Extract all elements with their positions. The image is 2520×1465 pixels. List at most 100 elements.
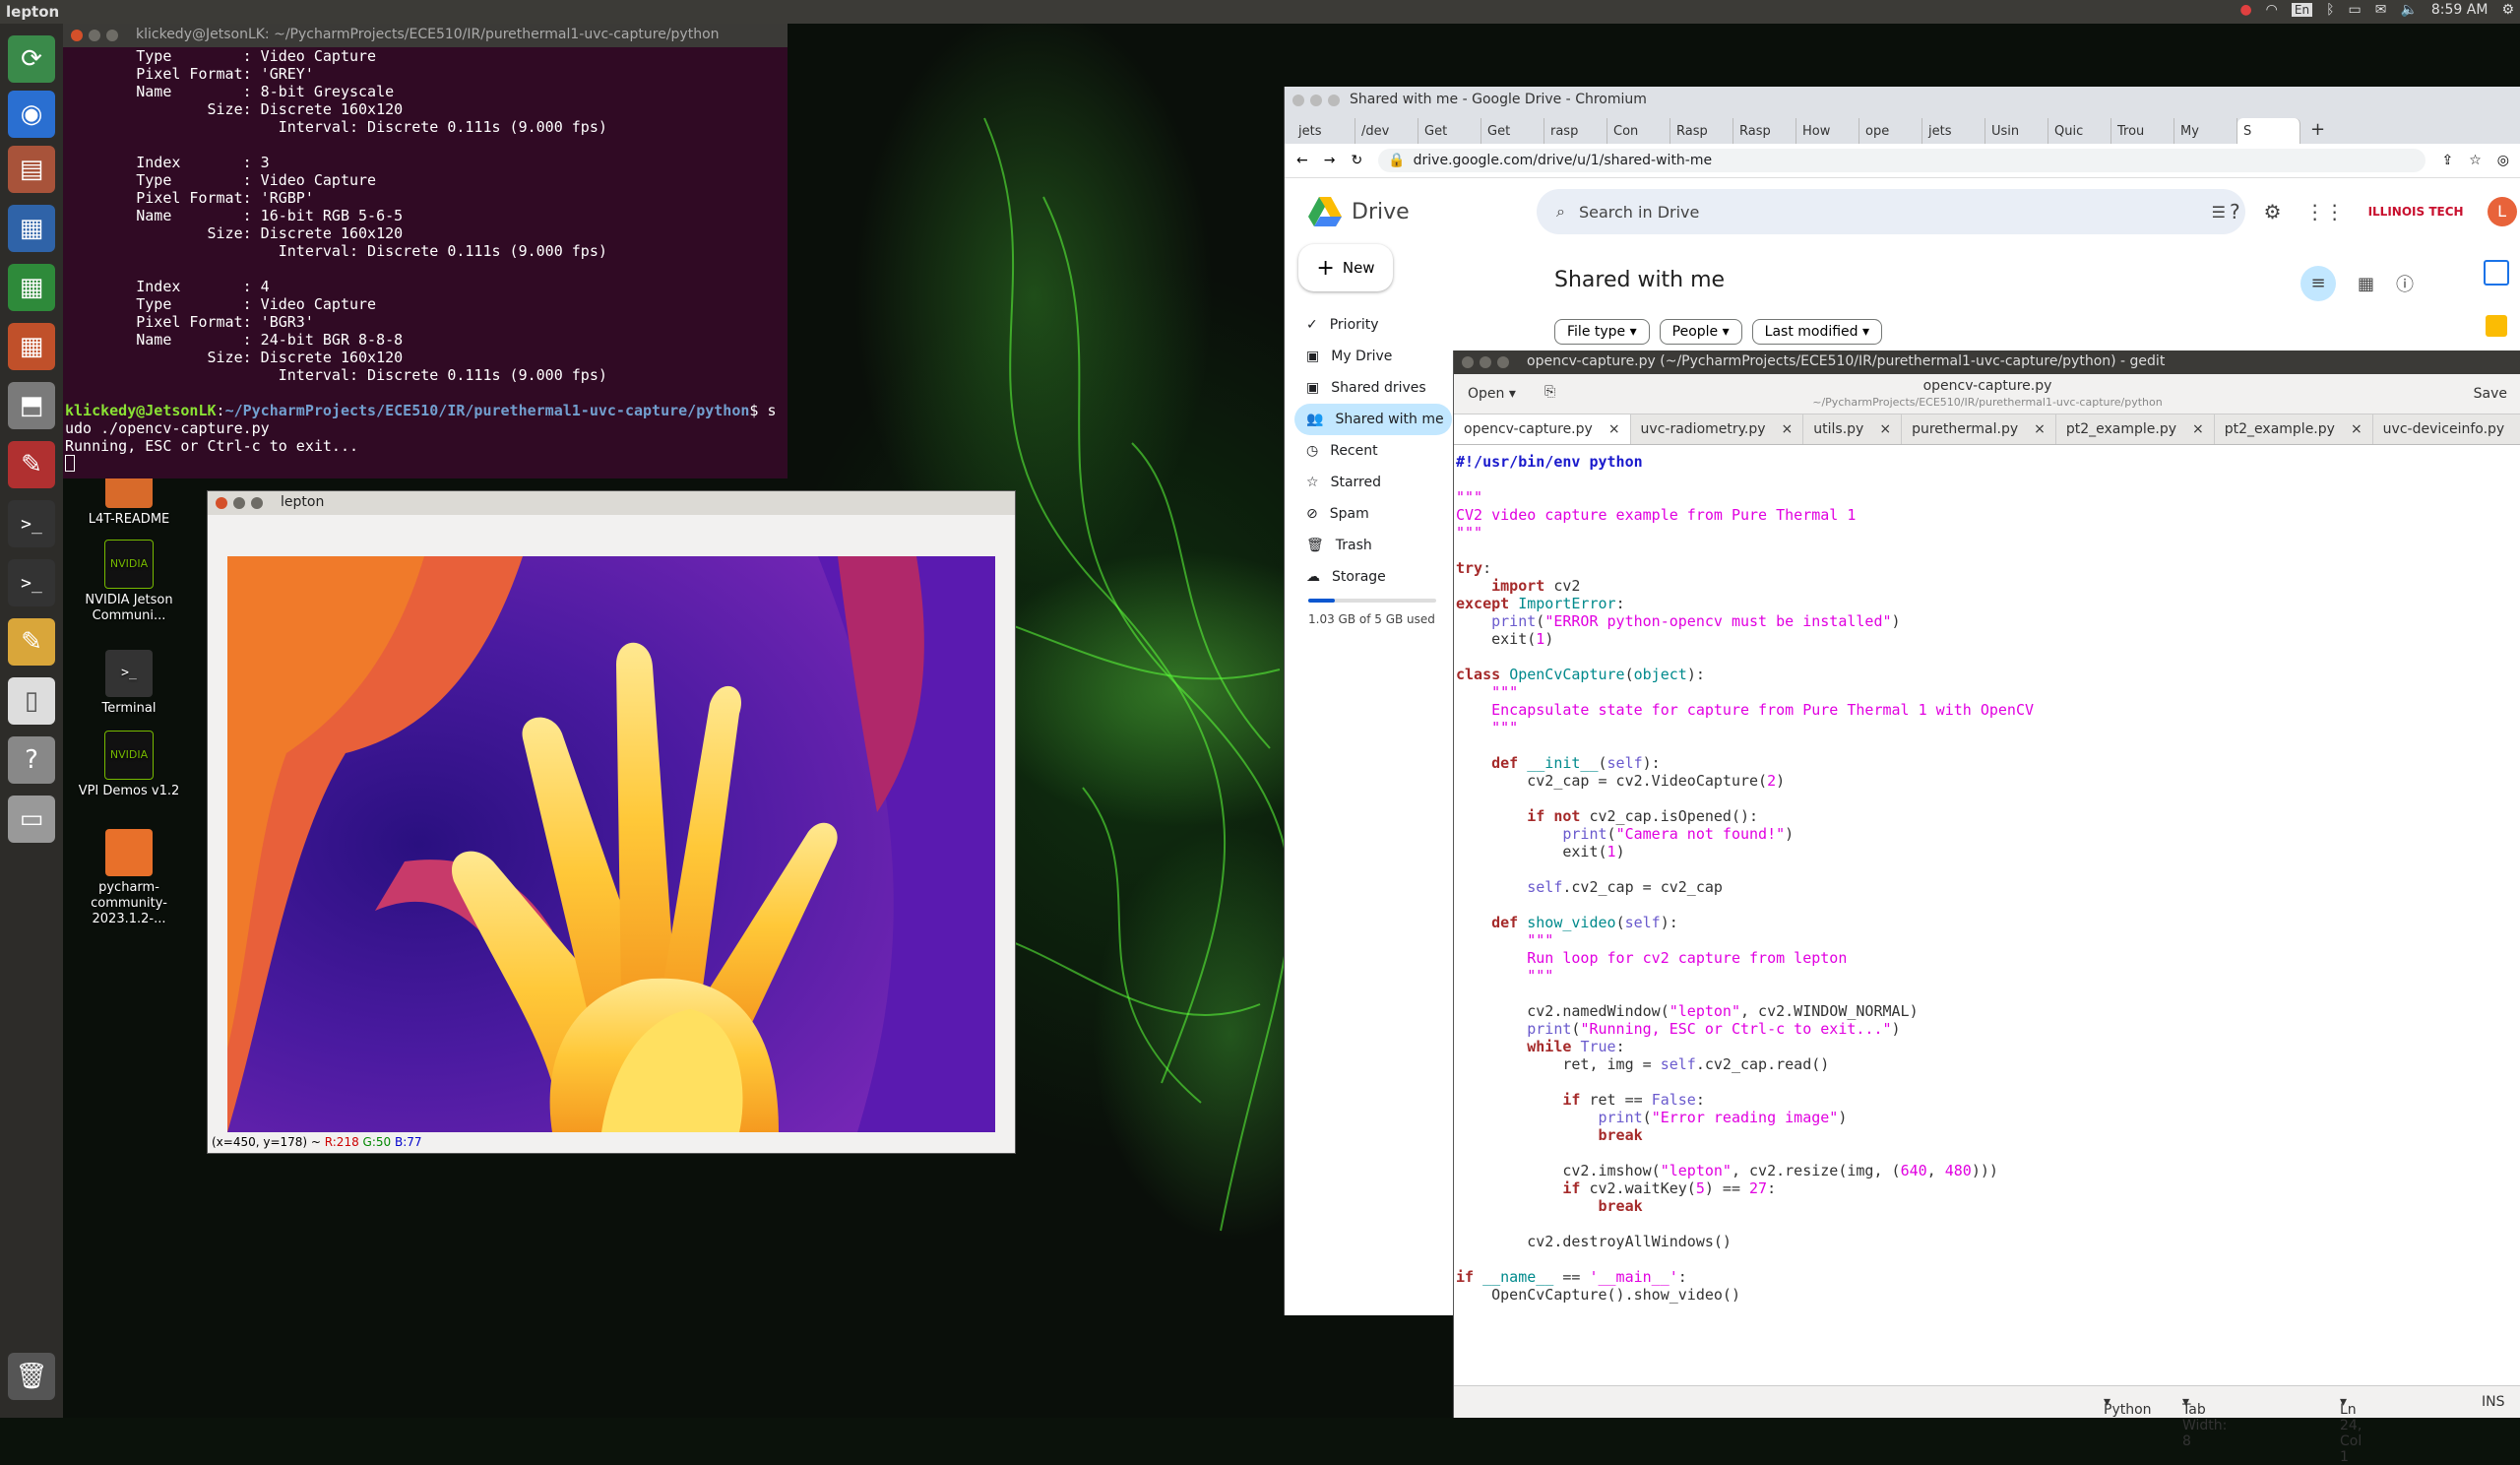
- close-tab-icon[interactable]: ×: [1608, 421, 1620, 437]
- chromium-titlebar[interactable]: Shared with me - Google Drive - Chromium: [1285, 87, 2520, 114]
- desktop-icon-vpi-demos[interactable]: NVIDIA VPI Demos v1.2: [75, 731, 183, 799]
- browser-tab[interactable]: Usin: [1985, 118, 2048, 144]
- grid-view-icon[interactable]: ▦: [2358, 274, 2374, 294]
- terminal-output[interactable]: Type : Video Capture Pixel Format: 'GREY…: [63, 47, 788, 402]
- desktop-icon-terminal[interactable]: >_ Terminal: [75, 650, 183, 717]
- editor-tab[interactable]: pt2_example.py ×: [2056, 414, 2215, 444]
- keyboard-layout[interactable]: En: [2291, 3, 2313, 17]
- code-editor[interactable]: #!/usr/bin/env python """ CV2 video capt…: [1456, 453, 2034, 1304]
- lepton-titlebar[interactable]: lepton: [208, 491, 1015, 515]
- filter-icon[interactable]: ≡: [2300, 266, 2336, 301]
- account-avatar[interactable]: L: [2487, 197, 2517, 226]
- nav-recent[interactable]: ◷ Recent: [1294, 435, 1452, 467]
- close-tab-icon[interactable]: ×: [2034, 421, 2046, 437]
- battery-icon[interactable]: ▭: [2348, 2, 2361, 18]
- writer-icon[interactable]: ▦: [8, 205, 55, 252]
- browser-tab[interactable]: jets: [1292, 118, 1355, 144]
- minimize-button[interactable]: [89, 30, 100, 41]
- tab-width-selector[interactable]: Tab Width: 8 ▾: [2182, 1394, 2227, 1449]
- software-icon[interactable]: ⬒: [8, 382, 55, 429]
- terminal-window[interactable]: klickedy@JetsonLK: ~/PycharmProjects/ECE…: [63, 24, 788, 478]
- close-tab-icon[interactable]: ×: [1782, 421, 1794, 437]
- nav-starred[interactable]: ☆ Starred: [1294, 467, 1452, 498]
- nav-priority[interactable]: ✓ Priority: [1294, 309, 1452, 341]
- minimize-button[interactable]: [233, 497, 245, 509]
- share-icon[interactable]: ⇪: [2441, 153, 2453, 168]
- terminal-titlebar[interactable]: klickedy@JetsonLK: ~/PycharmProjects/ECE…: [63, 24, 788, 47]
- calc-icon[interactable]: ▦: [8, 264, 55, 311]
- chromium-icon[interactable]: ◉: [8, 91, 55, 138]
- impress-icon[interactable]: ▦: [8, 323, 55, 370]
- browser-tab[interactable]: Get: [1481, 118, 1544, 144]
- language-selector[interactable]: Python ▾: [2104, 1394, 2152, 1418]
- text-editor-icon[interactable]: ✎: [8, 618, 55, 666]
- help-icon[interactable]: ?: [8, 736, 55, 784]
- thermal-image[interactable]: [227, 556, 995, 1132]
- trash-icon[interactable]: 🗑: [8, 1353, 55, 1400]
- browser-tab[interactable]: Trou: [2111, 118, 2174, 144]
- volume-icon[interactable]: 🔈: [2400, 2, 2417, 18]
- filter-people[interactable]: People ▾: [1659, 319, 1742, 345]
- calendar-icon[interactable]: [2484, 260, 2509, 286]
- browser-tab[interactable]: /dev: [1355, 118, 1418, 144]
- editor-tab[interactable]: pt2_example.py ×: [2215, 414, 2373, 444]
- forward-icon[interactable]: →: [1324, 153, 1336, 168]
- notification-icon[interactable]: ●: [2239, 2, 2251, 18]
- gedit-window[interactable]: opencv-capture.py (~/PycharmProjects/ECE…: [1453, 350, 2520, 1465]
- nav-my-drive[interactable]: ▣ My Drive: [1294, 341, 1452, 372]
- search-options-icon[interactable]: ☰: [2212, 203, 2226, 222]
- new-tab-icon[interactable]: +: [2300, 119, 2335, 144]
- filter-file-type[interactable]: File type ▾: [1554, 319, 1650, 345]
- browser-tab[interactable]: Con: [1607, 118, 1670, 144]
- wifi-icon[interactable]: ◠: [2266, 2, 2278, 18]
- desktop-icon-pycharm[interactable]: pycharm-community-2023.1.2-...: [75, 829, 183, 927]
- bookmark-star-icon[interactable]: ☆: [2469, 153, 2482, 168]
- editor-tab[interactable]: purethermal.py ×: [1902, 414, 2056, 444]
- terminal-prompt[interactable]: klickedy@JetsonLK:~/PycharmProjects/ECE5…: [63, 402, 788, 419]
- maximize-button[interactable]: [251, 497, 263, 509]
- system-settings-icon[interactable]: ⟳: [8, 35, 55, 83]
- bluetooth-icon[interactable]: ᛒ: [2326, 2, 2334, 18]
- close-button[interactable]: [216, 497, 227, 509]
- browser-tab[interactable]: Get: [1418, 118, 1481, 144]
- save-button[interactable]: Save: [2474, 386, 2507, 402]
- close-button[interactable]: [1292, 95, 1304, 106]
- desktop-icon-nvidia-jetson[interactable]: NVIDIA NVIDIA Jetson Communi...: [75, 540, 183, 624]
- browser-tab[interactable]: My: [2174, 118, 2237, 144]
- maximize-button[interactable]: [1497, 356, 1509, 368]
- files-icon[interactable]: ▤: [8, 146, 55, 193]
- close-button[interactable]: [1462, 356, 1474, 368]
- drive-search-bar[interactable]: ⌕ Search in Drive ☰: [1537, 189, 2245, 234]
- browser-tab[interactable]: Rasp: [1670, 118, 1733, 144]
- browser-tab[interactable]: Quic: [2048, 118, 2111, 144]
- settings-icon[interactable]: ⚙: [2264, 200, 2282, 223]
- close-tab-icon[interactable]: ×: [2351, 421, 2362, 437]
- tools-icon[interactable]: ✎: [8, 441, 55, 488]
- browser-tab[interactable]: How: [1796, 118, 1859, 144]
- nav-storage[interactable]: ☁ Storage: [1294, 561, 1452, 593]
- maximize-button[interactable]: [1328, 95, 1340, 106]
- browser-tab[interactable]: Rasp: [1733, 118, 1796, 144]
- drive-icon[interactable]: ▭: [8, 796, 55, 843]
- gedit-titlebar[interactable]: opencv-capture.py (~/PycharmProjects/ECE…: [1454, 350, 2520, 374]
- editor-tab[interactable]: opencv-capture.py ×: [1454, 414, 1631, 444]
- maximize-button[interactable]: [106, 30, 118, 41]
- editor-tab[interactable]: utils.py ×: [1803, 414, 1903, 444]
- close-button[interactable]: [71, 30, 83, 41]
- new-button[interactable]: + New: [1298, 244, 1393, 291]
- nav-trash[interactable]: 🗑 Trash: [1294, 530, 1452, 561]
- drive-logo[interactable]: Drive: [1308, 197, 1410, 226]
- back-icon[interactable]: ←: [1296, 153, 1308, 168]
- browser-tab[interactable]: rasp: [1544, 118, 1607, 144]
- minimize-button[interactable]: [1310, 95, 1322, 106]
- filter-last-modified[interactable]: Last modified ▾: [1751, 319, 1883, 345]
- profile-icon[interactable]: ◎: [2497, 153, 2509, 168]
- close-tab-icon[interactable]: ×: [1879, 421, 1891, 437]
- terminal-launcher-icon[interactable]: >_: [8, 500, 55, 547]
- keep-icon[interactable]: [2486, 315, 2507, 337]
- close-tab-icon[interactable]: ×: [2192, 421, 2204, 437]
- nav-shared-with-me[interactable]: 👥 Shared with me: [1294, 404, 1452, 435]
- clock[interactable]: 8:59 AM: [2431, 2, 2488, 18]
- terminal-active-icon[interactable]: >_: [8, 559, 55, 606]
- nav-spam[interactable]: ⊘ Spam: [1294, 498, 1452, 530]
